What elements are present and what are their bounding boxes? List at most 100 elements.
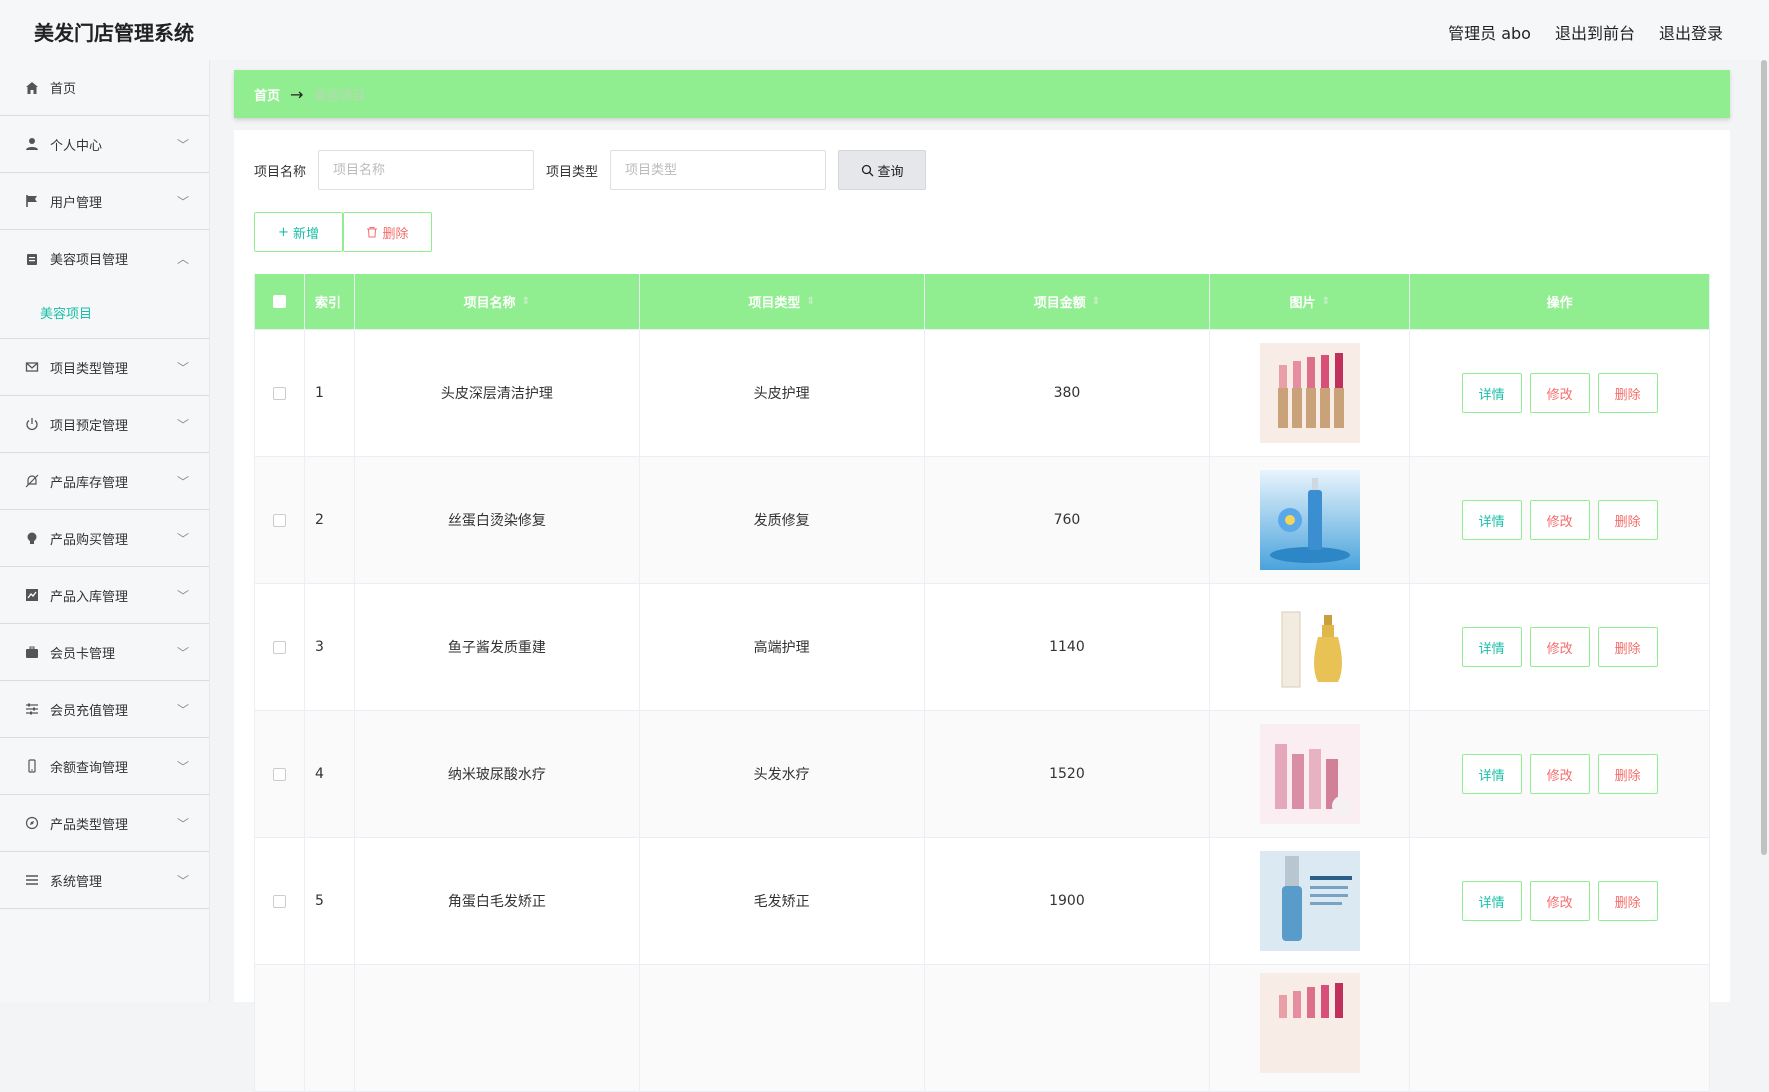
query-button[interactable]: 查询 [838, 150, 927, 190]
row-index: 2 [305, 457, 355, 583]
table-row: 3 鱼子酱发质重建 高端护理 1140 详情 修改 删除 [255, 584, 1710, 711]
delete-button[interactable]: 删除 [1597, 373, 1658, 413]
chevron-down-icon: ﹀ [176, 195, 189, 209]
row-checkbox-cell [255, 457, 305, 583]
row-name: 丝蛋白烫染修复 [355, 457, 640, 583]
sidebar-item-project-booking[interactable]: 项目预定管理 ﹀ [0, 396, 209, 453]
type-filter-input[interactable] [610, 150, 827, 190]
user-icon [24, 136, 40, 152]
lipstick-product-image[interactable] [1259, 973, 1360, 1073]
select-all-checkbox[interactable] [272, 295, 286, 308]
row-checkbox-cell [255, 711, 305, 837]
row-checkbox-cell [255, 838, 305, 964]
perfume-product-image[interactable] [1259, 597, 1360, 697]
sidebar-item-personal[interactable]: 个人中心 ﹀ [0, 116, 209, 173]
row-checkbox-cell [255, 330, 305, 456]
header-amount[interactable]: 项目金额 ⇕ [925, 274, 1211, 329]
breadcrumb-home[interactable]: 首页 [254, 85, 280, 104]
name-filter-input[interactable] [318, 150, 535, 190]
detail-button[interactable]: 详情 [1461, 500, 1522, 540]
sidebar-item-balance[interactable]: 余额查询管理 ﹀ [0, 738, 209, 795]
sidebar-item-label: 产品入库管理 [50, 589, 129, 605]
header-image[interactable]: 图片 ⇕ [1210, 274, 1411, 329]
pink-cosmetics-set-image[interactable] [1259, 724, 1360, 824]
header-actions: 管理员 abo 退出到前台 退出登录 [1448, 20, 1723, 44]
chevron-down-icon: ﹀ [176, 874, 189, 888]
detail-button[interactable]: 详情 [1461, 881, 1522, 921]
header-checkbox-cell [255, 274, 305, 329]
projects-table: 索引 项目名称 ⇕ 项目类型 ⇕ 项目金额 ⇕ 图片 ⇕ 操作 1 头皮深层清洁护理 头… [254, 274, 1710, 1092]
sidebar-item-product-stock[interactable]: 产品库存管理 ﹀ [0, 453, 209, 510]
row-checkbox[interactable] [272, 386, 286, 400]
header-name[interactable]: 项目名称 ⇕ [355, 274, 640, 329]
bulk-delete-button[interactable]: 删除 [343, 212, 432, 252]
sidebar-item-product-purchase[interactable]: 产品购买管理 ﹀ [0, 510, 209, 567]
logout-link[interactable]: 退出登录 [1659, 20, 1723, 44]
to-front-link[interactable]: 退出到前台 [1555, 20, 1635, 44]
sort-icon: ⇕ [521, 296, 531, 307]
row-checkbox[interactable] [272, 513, 286, 527]
sidebar-item-label: 会员充值管理 [50, 703, 129, 719]
action-bar: + 新增 删除 [254, 212, 432, 252]
row-checkbox[interactable] [272, 767, 286, 781]
row-checkbox[interactable] [272, 640, 286, 654]
sidebar-item-system[interactable]: 系统管理 ﹀ [0, 852, 209, 909]
row-name: 鱼子酱发质重建 [355, 584, 640, 710]
add-button[interactable]: + 新增 [254, 212, 343, 252]
top-header: 美发门店管理系统 管理员 abo 退出到前台 退出登录 [0, 0, 1769, 60]
lipstick-product-image[interactable] [1259, 343, 1360, 443]
sort-icon: ⇕ [1321, 296, 1330, 307]
row-name [355, 965, 640, 1091]
sidebar-item-member-recharge[interactable]: 会员充值管理 ﹀ [0, 681, 209, 738]
delete-button[interactable]: 删除 [1597, 754, 1658, 794]
chevron-down-icon: ﹀ [176, 418, 189, 432]
chevron-down-icon: ﹀ [176, 361, 189, 375]
essence-product-image[interactable] [1259, 851, 1360, 951]
header-type[interactable]: 项目类型 ⇕ [640, 274, 925, 329]
serum-product-image[interactable] [1259, 470, 1360, 570]
row-actions [1410, 965, 1710, 1091]
edit-button[interactable]: 修改 [1529, 754, 1590, 794]
row-image-cell [1210, 457, 1411, 583]
row-type: 高端护理 [640, 584, 925, 710]
row-checkbox[interactable] [272, 894, 286, 908]
row-image-cell [1210, 965, 1411, 1091]
row-index: 5 [305, 838, 355, 964]
sidebar-item-project-types[interactable]: 项目类型管理 ﹀ [0, 339, 209, 396]
detail-button[interactable]: 详情 [1461, 373, 1522, 413]
chevron-down-icon: ﹀ [176, 532, 189, 546]
sidebar-item-label: 首页 [50, 82, 77, 97]
delete-button[interactable]: 删除 [1597, 881, 1658, 921]
detail-button[interactable]: 详情 [1461, 627, 1522, 667]
sidebar-item-users[interactable]: 用户管理 ﹀ [0, 173, 209, 230]
row-type: 发质修复 [640, 457, 925, 583]
mail-icon [24, 359, 40, 375]
page-scrollbar[interactable] [1761, 60, 1767, 855]
delete-button[interactable]: 删除 [1597, 500, 1658, 540]
header-image-label: 图片 [1289, 296, 1316, 311]
sidebar-item-member-card[interactable]: 会员卡管理 ﹀ [0, 624, 209, 681]
sidebar-item-product-inbound[interactable]: 产品入库管理 ﹀ [0, 567, 209, 624]
detail-button[interactable]: 详情 [1461, 754, 1522, 794]
edit-button[interactable]: 修改 [1529, 373, 1590, 413]
row-name: 角蛋白毛发矫正 [355, 838, 640, 964]
row-image-cell [1210, 838, 1411, 964]
power-icon [24, 416, 40, 432]
sidebar-item-home[interactable]: 首页 [0, 60, 209, 116]
arrow-right-icon: → [290, 84, 304, 104]
chevron-down-icon: ﹀ [176, 817, 189, 831]
edit-button[interactable]: 修改 [1529, 627, 1590, 667]
sidebar-item-label: 项目类型管理 [50, 361, 129, 377]
edit-button[interactable]: 修改 [1529, 500, 1590, 540]
row-amount: 1900 [925, 838, 1211, 964]
sidebar-item-product-types[interactable]: 产品类型管理 ﹀ [0, 795, 209, 852]
list-icon [24, 872, 40, 888]
sidebar-item-label: 项目预定管理 [50, 418, 129, 434]
delete-button[interactable]: 删除 [1597, 627, 1658, 667]
edit-button[interactable]: 修改 [1529, 881, 1590, 921]
chevron-down-icon: ﹀ [176, 589, 189, 603]
app-title: 美发门店管理系统 [34, 21, 194, 45]
sidebar-subitem-beauty-project[interactable]: 美容项目 [0, 287, 209, 339]
sidebar-item-beauty-projects[interactable]: 美容项目管理 ︿ [0, 230, 209, 287]
row-amount: 1140 [925, 584, 1211, 710]
